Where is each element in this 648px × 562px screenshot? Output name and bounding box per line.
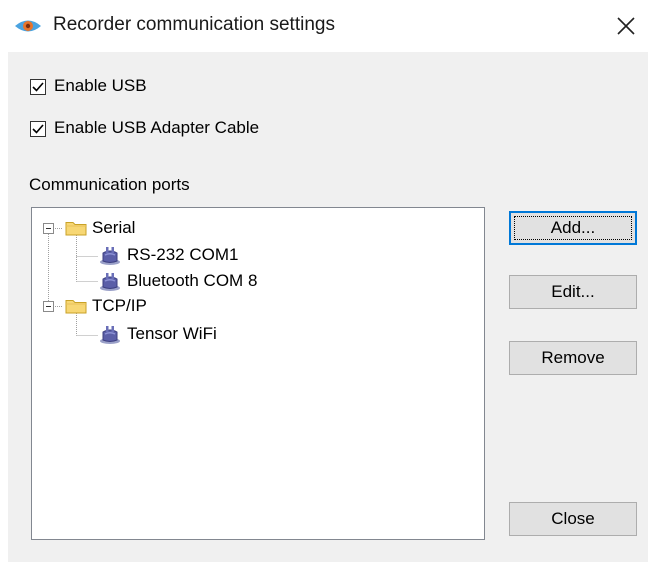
tree-node-tcpip[interactable]: TCP/IP (32, 295, 232, 317)
port-plug-icon (98, 270, 122, 292)
enable-usb-adapter-label[interactable]: Enable USB Adapter Cable (54, 118, 259, 138)
edit-button[interactable]: Edit... (509, 275, 637, 309)
collapse-icon[interactable] (43, 223, 54, 234)
tree-node-label: Tensor WiFi (127, 324, 217, 343)
add-button[interactable]: Add... (509, 211, 637, 245)
tree-node-label: Serial (92, 218, 136, 237)
eye-icon (15, 20, 41, 32)
enable-usb-adapter-checkbox[interactable] (30, 121, 46, 137)
remove-button[interactable]: Remove (509, 341, 637, 375)
port-plug-icon (98, 244, 122, 266)
tree-node-bluetooth-com8[interactable]: Bluetooth COM 8 (32, 270, 312, 292)
folder-icon (65, 220, 87, 236)
ports-tree[interactable]: Serial RS-232 COM1 Bluetooth COM 8 TCP/I… (31, 207, 485, 540)
enable-usb-checkbox[interactable] (30, 79, 46, 95)
tree-node-serial[interactable]: Serial (32, 217, 232, 239)
close-icon[interactable] (611, 11, 641, 41)
tree-node-tensor-wifi[interactable]: Tensor WiFi (32, 323, 292, 345)
tree-node-label: Bluetooth COM 8 (127, 271, 258, 290)
window-title: Recorder communication settings (53, 14, 335, 35)
tree-node-label: RS-232 COM1 (127, 245, 239, 264)
collapse-icon[interactable] (43, 301, 54, 312)
tree-node-rs232-com1[interactable]: RS-232 COM1 (32, 244, 292, 266)
close-button[interactable]: Close (509, 502, 637, 536)
port-plug-icon (98, 323, 122, 345)
tree-node-label: TCP/IP (92, 296, 147, 315)
close-button-label: Close (551, 509, 595, 528)
remove-button-label: Remove (541, 348, 605, 367)
edit-button-label: Edit... (551, 282, 595, 301)
focus-rectangle (514, 216, 632, 240)
title-bar: Recorder communication settings (0, 0, 648, 52)
folder-icon (65, 298, 87, 314)
communication-ports-label: Communication ports (29, 175, 190, 194)
enable-usb-label[interactable]: Enable USB (54, 76, 147, 96)
